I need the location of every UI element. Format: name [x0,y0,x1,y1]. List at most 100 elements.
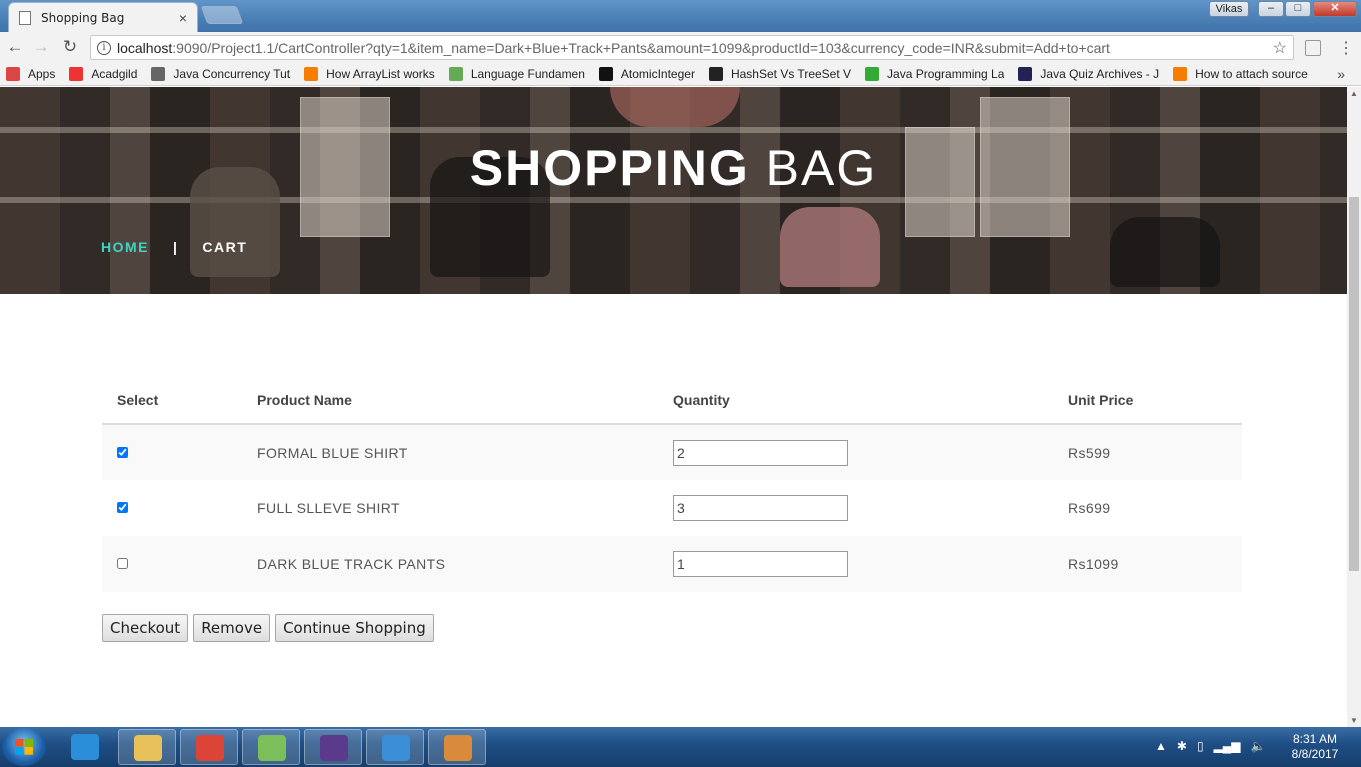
acadgild-icon [69,66,84,81]
battery-icon[interactable]: ▯ [1197,739,1204,753]
unit-price: Rs1099 [1053,536,1242,592]
close-tab-icon[interactable]: × [179,10,187,26]
model-face-image [610,87,740,127]
scroll-down-arrow-icon[interactable]: ▼ [1350,716,1358,725]
reload-icon[interactable]: ↻ [60,37,80,57]
pinwheel-icon [865,66,880,81]
user-profile-button[interactable]: Vikas [1209,1,1249,17]
scrollbar-thumb[interactable] [1349,197,1359,571]
forward-arrow-icon[interactable]: → [31,37,51,57]
bookmark-label: Java Quiz Archives - J [1040,66,1160,81]
bookmark-star-icon[interactable]: ☆ [1273,38,1287,58]
media-player-icon [382,735,410,761]
bookmark-label: How ArrayList works [326,66,435,81]
paint-icon [444,735,472,761]
volume-icon[interactable]: 🔈 [1251,739,1266,753]
extension-icon[interactable] [1305,40,1321,56]
remove-button[interactable]: Remove [193,614,271,642]
product-name-column-header: Product Name [242,377,658,425]
start-button[interactable] [2,728,46,766]
taskbar-app-button[interactable] [118,729,176,765]
taskbar-app-button[interactable] [428,729,486,765]
tab-title: Shopping Bag [41,10,125,25]
breadcrumb-home-link[interactable]: HOME [101,239,149,255]
show-hidden-icons-icon[interactable]: ▲ [1155,739,1167,753]
more-bookmarks-icon[interactable]: » [1337,66,1345,82]
bookmark-item[interactable]: HashSet Vs TreeSet V [708,66,851,81]
diamond-icon [151,66,166,81]
breadcrumb-current: CART [202,239,248,255]
handbag-image [1110,217,1220,287]
quantity-input[interactable] [673,439,848,466]
taskbar-clock[interactable]: 8:31 AM 8/8/2017 [1280,732,1350,762]
page-scrollbar[interactable]: ▲ ▼ [1347,87,1361,727]
select-checkbox[interactable] [117,502,128,513]
scroll-up-arrow-icon[interactable]: ▲ [1350,89,1358,98]
select-checkbox[interactable] [117,446,128,458]
page-icon [19,10,31,25]
bookmark-item[interactable]: Apps [6,66,55,81]
unit-price-column-header: Unit Price [1053,377,1242,425]
breadcrumb: HOME | CART [101,239,247,255]
breadcrumb-separator: | [173,239,179,255]
tab-shopping-bag[interactable]: Shopping Bag × [8,2,198,32]
terminal-icon [708,66,723,81]
bookmarks-bar: Apps Acadgild Java Concurrency Tut How Arra… [0,62,1361,86]
select-cell [102,480,242,536]
bookmark-label: How to attach source [1195,66,1308,81]
bookmark-item[interactable]: Language Fundamen [448,66,585,81]
leaf-icon [448,66,463,81]
continue-shopping-button[interactable]: Continue Shopping [275,614,434,642]
select-checkbox[interactable] [117,558,128,569]
close-window-button[interactable]: ✕ [1313,1,1357,17]
clock-date: 8/8/2017 [1291,747,1339,761]
back-arrow-icon[interactable]: ← [5,37,25,57]
bookmark-item[interactable]: How ArrayList works [304,66,435,81]
page-title-light: BAG [765,140,878,196]
address-bar[interactable]: i localhost:9090/Project1.1/CartControll… [90,35,1294,60]
table-row: FORMAL BLUE SHIRT Rs599 [102,424,1242,480]
bookmark-label: Acadgild [91,66,138,81]
bookmark-item[interactable]: AtomicInteger [598,66,695,81]
taskbar-app-button[interactable] [56,729,114,765]
bookmark-item[interactable]: Acadgild [69,66,138,81]
bookmark-item[interactable]: Java Concurrency Tut [151,66,290,81]
quantity-input[interactable] [673,551,848,577]
table-row: DARK BLUE TRACK PANTS Rs1099 [102,536,1242,592]
url-text[interactable]: localhost:9090/Project1.1/CartController… [117,40,1273,56]
quantity-column-header: Quantity [658,377,1053,425]
page-viewport: SHOPPING BAG HOME | CART Select Product Na… [0,87,1347,727]
cart-header-row: Select Product Name Quantity Unit Price [102,377,1242,425]
info-icon[interactable]: i [97,40,111,55]
taskbar-app-button[interactable] [304,729,362,765]
taskbar-app-button[interactable] [242,729,300,765]
clock-time: 8:31 AM [1292,732,1338,746]
apps-grid-icon [6,66,20,81]
checkout-button[interactable]: Checkout [102,614,189,642]
page-title-bold: SHOPPING [469,140,750,196]
network-signal-icon[interactable]: ▂▄▆ [1214,739,1241,753]
chrome-icon [196,735,224,761]
bookmark-label: Java Programming La [887,66,1005,81]
new-tab-button[interactable] [200,6,244,24]
bluetooth-icon[interactable]: ✱ [1177,739,1187,753]
notepad-icon [258,735,286,761]
maximize-button[interactable]: □ [1285,1,1311,17]
product-name: DARK BLUE TRACK PANTS [242,536,658,592]
unit-price: Rs699 [1068,500,1111,516]
quantity-input[interactable] [673,495,848,521]
bookmark-label: Language Fundamen [470,66,585,81]
handbag-image [780,207,880,287]
product-name: FORMAL BLUE SHIRT [242,424,658,480]
taskbar-app-button[interactable] [180,729,238,765]
minimize-button[interactable]: – [1258,1,1284,17]
taskbar-app-button[interactable] [366,729,424,765]
bookmark-item[interactable]: How to attach source [1173,66,1308,81]
select-column-header: Select [102,377,242,425]
product-name: FULL SLLEVE SHIRT [257,500,400,516]
blogger-icon [304,66,319,81]
browser-menu-icon[interactable]: ⋮ [1338,38,1354,58]
bookmark-item[interactable]: Java Quiz Archives - J [1018,66,1160,81]
bookmark-item[interactable]: Java Programming La [865,66,1005,81]
url-path: :9090/Project1.1/CartController?qty=1&it… [172,39,1110,56]
